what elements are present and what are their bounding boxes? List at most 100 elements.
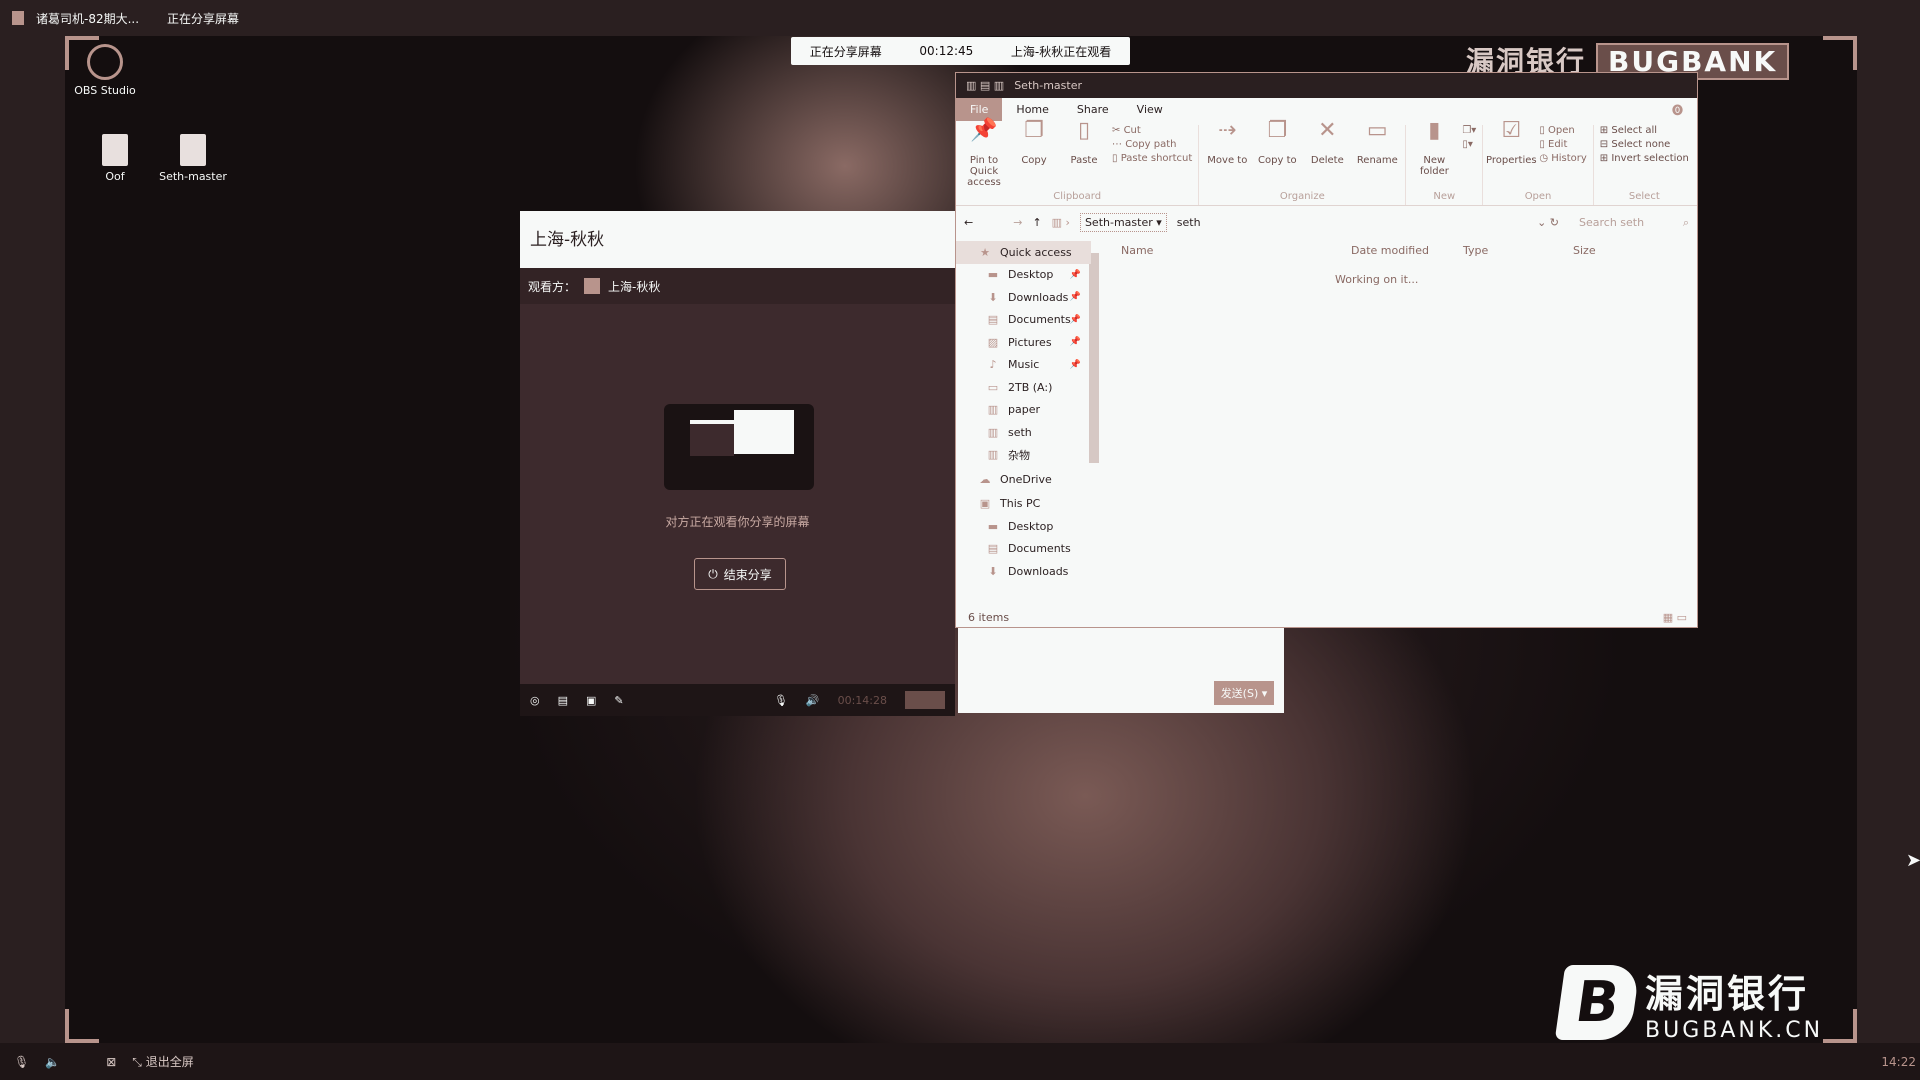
desktop-icon-obs[interactable]: OBS Studio [65, 44, 145, 97]
share-window-title: 上海-秋秋 [520, 211, 955, 268]
share-window: 上海-秋秋 观看方： 上海-秋秋 对方正在观看你分享的屏幕 ⏻ 结束分享 ◎ ▤ … [520, 211, 955, 716]
nav-item[interactable]: ▭ 2TB (A:) [956, 376, 1091, 399]
delete-button[interactable]: ✕ Delete [1305, 120, 1349, 191]
nav-item[interactable]: ▤ Documents 📌 [956, 309, 1091, 332]
nav-item[interactable]: ▨ Pictures 📌 [956, 331, 1091, 354]
help-icon[interactable]: ⓿ [1658, 102, 1697, 118]
ribbon: 📌 Pin to Quick access ❐ Copy ▯ Paste ✂ Cut ⋯… [956, 118, 1697, 206]
desktop-icon-oof[interactable]: Oof [75, 134, 155, 183]
nav-item-label: seth [1008, 425, 1032, 439]
speaker-icon[interactable]: 🔈 [45, 1055, 60, 1069]
pin-icon[interactable]: 📌 [1070, 315, 1081, 325]
breadcrumb-seth[interactable]: seth [1177, 216, 1201, 229]
exit-fullscreen-button[interactable]: ⤡ 退出全屏 [132, 1053, 193, 1070]
copy-path-button[interactable]: ⋯ Copy path [1112, 139, 1192, 150]
copy-to-button[interactable]: ❐ Copy to [1255, 118, 1299, 191]
move-icon: ⇢ [1218, 118, 1237, 143]
quick-access-toolbar-icon[interactable]: ▥ ▤ ▥ [966, 79, 1004, 92]
microphone-icon[interactable]: 🎙 [774, 694, 788, 707]
column-name[interactable]: Name [1121, 244, 1351, 257]
nav-item[interactable]: ▥ seth [956, 421, 1091, 444]
banner-timer: 00:12:45 [919, 44, 974, 58]
nav-item[interactable]: ⬇ Downloads [956, 560, 1091, 583]
nav-item[interactable]: ▬ Desktop [956, 515, 1091, 538]
select-none-button[interactable]: ⊟ Select none [1600, 139, 1689, 150]
copy-to-icon: ❐ [1267, 118, 1288, 143]
settings-icon[interactable]: ◎ [530, 694, 540, 707]
nav-item[interactable]: ⬇ Downloads 📌 [956, 286, 1091, 309]
edit-button[interactable]: ▯ Edit [1539, 139, 1586, 150]
star-icon: ★ [980, 245, 990, 259]
meeting-title[interactable]: 诸葛司机-82期大... [36, 10, 139, 27]
nav-item[interactable]: ▣ This PC [956, 493, 1091, 516]
send-button[interactable]: 发送(S) ▾ [1214, 681, 1274, 705]
toolbar-action-button[interactable] [905, 691, 945, 709]
icon-label: OBS Studio [74, 84, 136, 97]
send-dialog: 发送(S) ▾ [958, 628, 1284, 713]
pin-icon[interactable]: 📌 [1070, 360, 1081, 370]
group-organize: ⇢ Move to ❐ Copy to ✕ Delete ▭ Rename Organi… [1199, 118, 1407, 205]
group-label: Organize [1279, 191, 1325, 202]
power-icon: ⏻ [708, 566, 718, 581]
paste-icon: ▯ [1077, 118, 1091, 143]
back-icon[interactable]: ← [964, 216, 973, 229]
rename-button[interactable]: ▭ Rename [1355, 120, 1399, 191]
obs-icon [87, 44, 123, 80]
nav-item[interactable]: ▤ Documents [956, 538, 1091, 561]
screen-icon[interactable]: ▣ [586, 694, 596, 707]
invert-selection-button[interactable]: ⊞ Invert selection [1600, 153, 1689, 164]
desktop-icon-seth-master[interactable]: Seth-master [153, 134, 233, 183]
speaker-icon[interactable]: 🔊 [806, 694, 820, 707]
nav-item[interactable]: ☁ OneDrive [956, 468, 1091, 491]
column-type[interactable]: Type [1463, 244, 1573, 257]
tab-view[interactable]: View [1123, 103, 1177, 116]
select-all-button[interactable]: ⊞ Select all [1600, 125, 1689, 136]
camera-off-icon[interactable]: ⊠ [106, 1055, 116, 1069]
pin-icon[interactable]: 📌 [1070, 292, 1081, 302]
nav-item[interactable]: ▥ paper [956, 399, 1091, 422]
history-button[interactable]: ◷ History [1539, 153, 1586, 164]
pin-quick-access-button[interactable]: 📌 Pin to Quick access [962, 118, 1006, 191]
pin-icon: 📌 [970, 118, 998, 143]
nav-item-label: This PC [1000, 497, 1041, 511]
tab-home[interactable]: Home [1002, 103, 1062, 116]
column-date[interactable]: Date modified [1351, 244, 1463, 257]
easy-access-icon[interactable]: ▯▾ [1462, 139, 1476, 150]
sharing-banner: 正在分享屏幕 00:12:45 上海-秋秋正在观看 [791, 37, 1130, 65]
nav-item[interactable]: ▬ Desktop 📌 [956, 264, 1091, 287]
banner-status: 正在分享屏幕 [809, 44, 882, 59]
paste-button[interactable]: ▯ Paste [1062, 118, 1106, 191]
properties-button[interactable]: ☑ Properties [1486, 120, 1537, 191]
group-label: New [1433, 191, 1456, 202]
item-count: 6 items [968, 610, 1010, 624]
move-to-button[interactable]: ⇢ Move to [1205, 118, 1249, 191]
nav-item-label: paper [1008, 403, 1040, 417]
breadcrumb-seth-master[interactable]: Seth-master ▾ [1079, 213, 1167, 232]
open-button[interactable]: ▯ Open [1539, 125, 1586, 136]
folder-icon: ▥ [987, 403, 999, 417]
up-icon[interactable]: ↑ [1032, 216, 1041, 229]
refresh-icon[interactable]: ⌄ ↻ [1537, 216, 1559, 229]
tab-share[interactable]: Share [1063, 103, 1123, 116]
microphone-icon[interactable]: 🎙 [14, 1055, 29, 1069]
forward-icon[interactable]: → [1013, 216, 1022, 229]
new-folder-button[interactable]: ▮ New folder [1412, 120, 1456, 191]
clock: 14:22 [1881, 1055, 1916, 1069]
pin-icon[interactable]: 📌 [1070, 337, 1081, 347]
nav-item[interactable]: ▥ 杂物 [956, 444, 1091, 467]
paste-shortcut-button[interactable]: ▯ Paste shortcut [1112, 153, 1192, 164]
new-item-icon[interactable]: ❐▾ [1462, 125, 1476, 136]
cut-button[interactable]: ✂ Cut [1112, 125, 1192, 136]
nav-item[interactable]: ★ Quick access [956, 241, 1091, 264]
copy-button[interactable]: ❐ Copy [1012, 120, 1056, 191]
nav-item[interactable]: ♪ Music 📌 [956, 354, 1091, 377]
stats-icon[interactable]: ▤ [558, 694, 568, 707]
toolbar-timer: 00:14:28 [837, 693, 887, 707]
end-share-button[interactable]: ⏻ 结束分享 [694, 558, 786, 590]
column-size[interactable]: Size [1573, 244, 1596, 257]
eraser-icon[interactable]: ✎ [614, 694, 623, 707]
search-input[interactable]: Search seth ⌕ [1579, 216, 1689, 230]
document-icon: ▤ [987, 542, 999, 556]
view-toggle-icon[interactable]: ▦ ▭ [1663, 611, 1687, 624]
pin-icon[interactable]: 📌 [1070, 270, 1081, 280]
